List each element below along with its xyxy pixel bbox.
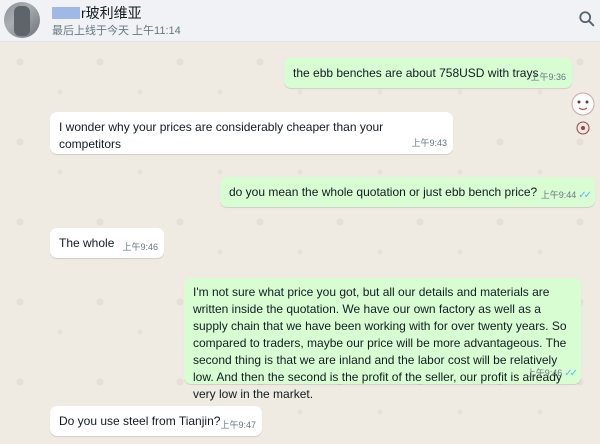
message-text: I'm not sure what price you got, but all…	[193, 285, 567, 402]
message-list[interactable]: the ebb benches are about 758USD with tr…	[0, 42, 600, 444]
message-bubble-outgoing[interactable]: I'm not sure what price you got, but all…	[184, 278, 581, 401]
message-text: Do you use steel from Tianjin?	[59, 414, 221, 428]
contact-name-text: r玻利维亚	[81, 5, 142, 21]
chat-header: r玻利维亚 最后上线于今天 上午11:14	[0, 0, 600, 42]
message-bubble-incoming[interactable]: Do you use steel from Tianjin? 上午9:47	[50, 406, 262, 436]
last-seen-status: 最后上线于今天 上午11:14	[52, 25, 181, 37]
message-time: 上午9:46 ✓✓	[526, 367, 578, 379]
double-check-icon: ✓✓	[564, 367, 578, 379]
message-time: 上午9:44 ✓✓	[540, 189, 592, 201]
message-bubble-incoming[interactable]: The whole 上午9:46	[50, 228, 164, 258]
message-time: 上午9:36	[530, 71, 566, 82]
message-time: 上午9:47	[220, 419, 256, 430]
message-bubble-outgoing[interactable]: do you mean the whole quotation or just …	[220, 177, 595, 207]
message-time: 上午9:43	[411, 137, 447, 148]
message-text: I wonder why your prices are considerabl…	[59, 120, 384, 152]
message-text: do you mean the whole quotation or just …	[229, 185, 538, 199]
redacted-name-mask	[52, 7, 80, 19]
search-icon[interactable]	[578, 10, 596, 28]
message-time: 上午9:46	[122, 241, 158, 252]
message-bubble-outgoing[interactable]: the ebb benches are about 758USD with tr…	[284, 58, 572, 88]
message-text: the ebb benches are about 758USD with tr…	[293, 66, 539, 80]
sticker-icon	[571, 92, 595, 135]
message-bubble-incoming[interactable]: I wonder why your prices are considerabl…	[50, 112, 453, 154]
double-check-icon: ✓✓	[578, 189, 592, 201]
message-text: The whole	[59, 236, 115, 250]
contact-name[interactable]: r玻利维亚	[52, 3, 142, 23]
avatar[interactable]	[4, 2, 40, 38]
